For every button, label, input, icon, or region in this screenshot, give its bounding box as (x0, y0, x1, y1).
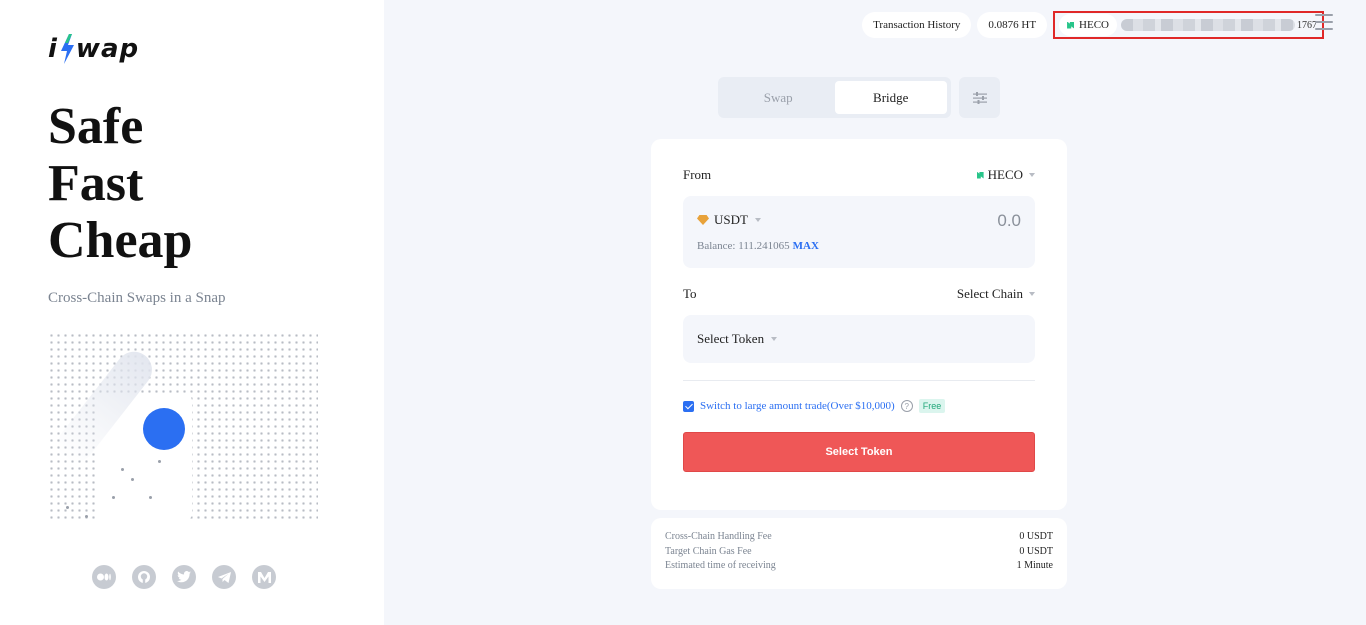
tagline: Cross-Chain Swaps in a Snap (48, 290, 226, 306)
trail-dot (158, 460, 161, 463)
from-chain-select[interactable]: HECO (976, 167, 1035, 183)
hero-line: Cheap (48, 212, 193, 269)
settings-button[interactable] (959, 77, 1000, 118)
medium-icon[interactable] (92, 565, 116, 589)
from-token-label: USDT (714, 212, 748, 227)
bridge-card: From HECO USDT 0.0 Balance: 111.241065 MA… (651, 139, 1067, 510)
fee-value: 1 Minute (1016, 560, 1053, 571)
from-chain-label: HECO (987, 167, 1023, 182)
trail-dot (121, 468, 124, 471)
ht-balance: 0.0876 HT (977, 12, 1048, 38)
balance-text: Balance: 111.241065 MAX (697, 240, 819, 252)
help-icon[interactable]: ? (900, 400, 913, 412)
chevron-down-icon (1029, 173, 1035, 177)
from-token-select[interactable]: USDT (697, 212, 761, 228)
trail-dot (85, 515, 88, 518)
left-panel: i wap Safe Fast Cheap Cross-Chain Swaps … (0, 0, 384, 625)
wallet-address-tail: 1767 (1297, 19, 1317, 31)
trail-dot (66, 506, 69, 509)
to-token-select[interactable]: Select Token (697, 331, 778, 347)
fee-row: Estimated time of receiving 1 Minute (665, 559, 1053, 574)
to-token-box: Select Token (683, 315, 1035, 363)
chevron-down-icon (754, 218, 761, 222)
chevron-down-icon (771, 337, 778, 341)
hero-line: Safe (48, 98, 144, 155)
twitter-icon[interactable] (172, 565, 196, 589)
transaction-history-button[interactable]: Transaction History (862, 12, 972, 38)
to-chain-label: Select Chain (956, 286, 1023, 301)
iswap-logo[interactable]: i wap (48, 30, 139, 68)
telegram-icon[interactable] (212, 565, 236, 589)
top-bar: Transaction History 0.0876 HT HECO 1767 (862, 11, 1324, 39)
heco-icon (1067, 21, 1075, 29)
usdt-icon (697, 215, 709, 225)
blue-ball (143, 408, 185, 450)
free-badge: Free (918, 399, 946, 413)
wallet-address-redacted (1121, 19, 1295, 31)
large-trade-switch: Switch to large amount trade(Over $10,00… (683, 399, 946, 413)
large-trade-label[interactable]: Switch to large amount trade(Over $10,00… (700, 400, 895, 412)
social-links (92, 565, 276, 589)
amount-input[interactable]: 0.0 (997, 211, 1021, 231)
hero-line: Fast (48, 155, 144, 212)
fee-label: Estimated time of receiving (665, 560, 776, 571)
select-token-button[interactable]: Select Token (683, 432, 1035, 472)
chevron-down-icon (1029, 292, 1035, 296)
trail-dot (131, 478, 134, 481)
to-token-label: Select Token (697, 331, 765, 346)
tab-bridge[interactable]: Bridge (834, 81, 947, 114)
fee-value: 0 USDT (1019, 531, 1053, 542)
max-button[interactable]: MAX (793, 240, 819, 252)
trail-dot (149, 496, 152, 499)
fee-row: Target Chain Gas Fee 0 USDT (665, 545, 1053, 560)
from-label: From (683, 167, 712, 182)
bolt-icon (60, 34, 74, 64)
fee-row: Cross-Chain Handling Fee 0 USDT (665, 530, 1053, 545)
network-badge[interactable]: HECO (1059, 14, 1117, 36)
github-icon[interactable] (132, 565, 156, 589)
mode-tabs: Swap Bridge (718, 77, 951, 118)
sliders-icon (972, 91, 987, 104)
divider (683, 380, 1035, 381)
wallet-connection[interactable]: HECO 1767 (1053, 11, 1324, 39)
tab-swap[interactable]: Swap (722, 81, 835, 114)
to-chain-select[interactable]: Select Chain (957, 286, 1035, 302)
fee-label: Target Chain Gas Fee (665, 545, 752, 557)
hero-heading: Safe Fast Cheap (48, 98, 192, 269)
from-token-box: USDT 0.0 Balance: 111.241065 MAX (683, 196, 1035, 268)
m-icon[interactable] (252, 565, 276, 589)
fee-value: 0 USDT (1019, 545, 1053, 557)
to-label: To (683, 286, 697, 301)
fee-label: Cross-Chain Handling Fee (665, 531, 772, 542)
large-trade-checkbox[interactable] (683, 400, 694, 412)
heco-icon (976, 171, 984, 179)
logo-text-left: i (48, 34, 58, 64)
trail-dot (112, 496, 115, 499)
logo-text-right: wap (75, 34, 140, 64)
network-label: HECO (1079, 19, 1109, 31)
balance-value: Balance: 111.241065 (697, 240, 790, 252)
fee-summary: Cross-Chain Handling Fee 0 USDT Target C… (651, 518, 1067, 589)
hamburger-menu-icon[interactable] (1315, 14, 1333, 30)
